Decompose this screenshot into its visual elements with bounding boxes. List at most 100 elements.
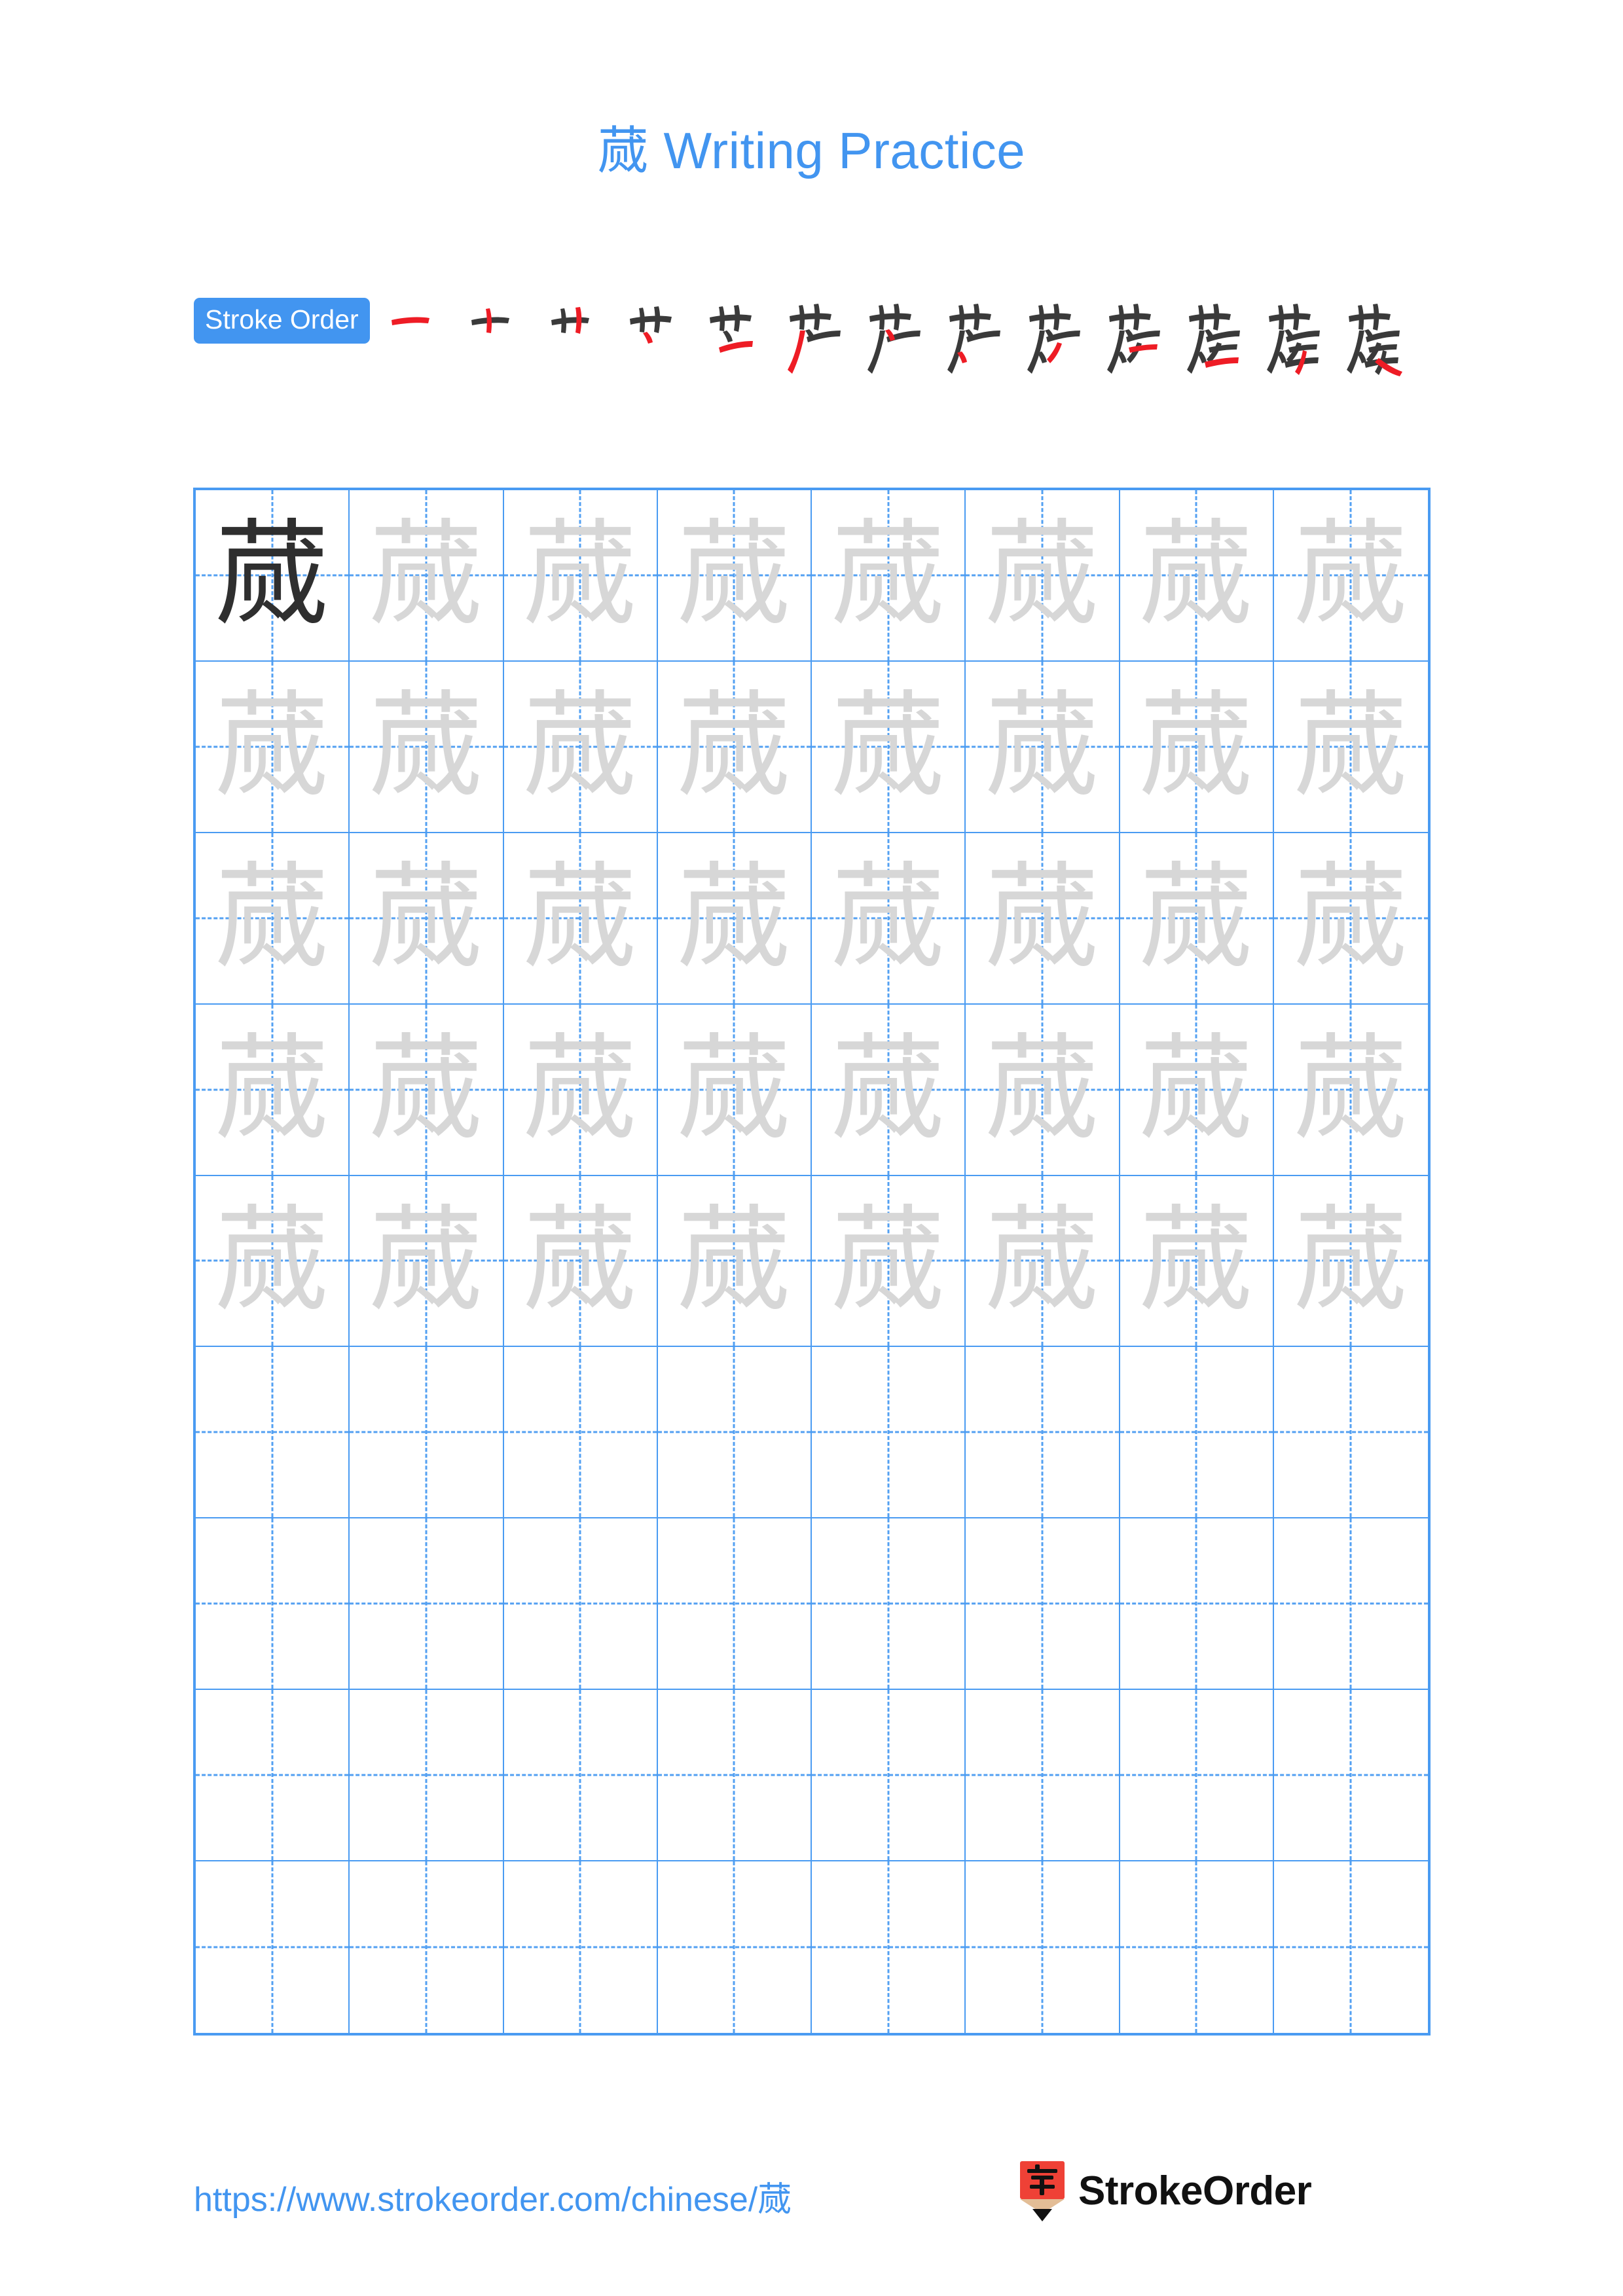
practice-cell[interactable] xyxy=(657,1347,812,1519)
model-character: 蒇 xyxy=(215,509,330,642)
practice-cell[interactable]: 蒇 xyxy=(1120,833,1274,1005)
practice-cell[interactable]: 蒇 xyxy=(196,490,350,662)
practice-cell[interactable]: 蒇 xyxy=(966,490,1120,662)
stroke-step-8 xyxy=(940,298,1016,376)
practice-cell[interactable]: 蒇 xyxy=(812,833,966,1005)
practice-cell[interactable]: 蒇 xyxy=(812,490,966,662)
practice-cell[interactable] xyxy=(1120,1518,1274,1691)
practice-cell[interactable] xyxy=(196,1347,350,1519)
practice-cell[interactable]: 蒇 xyxy=(350,833,504,1005)
practice-cell[interactable] xyxy=(350,1347,504,1519)
practice-cell[interactable]: 蒇 xyxy=(350,1004,504,1176)
practice-cell[interactable] xyxy=(504,1861,658,2033)
practice-cell[interactable] xyxy=(196,1690,350,1862)
practice-cell[interactable]: 蒇 xyxy=(966,833,1120,1005)
practice-cell[interactable]: 蒇 xyxy=(1273,490,1428,662)
practice-cell[interactable] xyxy=(350,1518,504,1691)
practice-cell[interactable]: 蒇 xyxy=(1273,662,1428,833)
tracing-character: 蒇 xyxy=(676,852,792,985)
practice-cell[interactable]: 蒇 xyxy=(657,833,812,1005)
practice-cell[interactable] xyxy=(503,1347,658,1519)
stroke-order-section: Stroke Order xyxy=(194,298,1434,376)
practice-cell[interactable] xyxy=(196,1518,350,1691)
practice-cell[interactable] xyxy=(350,1690,504,1862)
practice-cell[interactable]: 蒇 xyxy=(657,1004,812,1176)
practice-cell[interactable]: 蒇 xyxy=(1273,1005,1428,1176)
stroke-step-5 xyxy=(701,298,776,376)
practice-cell[interactable] xyxy=(1120,1347,1274,1519)
tracing-character: 蒇 xyxy=(215,1023,330,1157)
practice-cell[interactable] xyxy=(812,1518,966,1691)
stroke-step-9 xyxy=(1020,298,1096,376)
practice-cell[interactable] xyxy=(350,1861,504,2033)
practice-cell[interactable]: 蒇 xyxy=(350,1175,504,1348)
footer-logo[interactable]: StrokeOrder xyxy=(1018,2160,1312,2222)
practice-cell[interactable]: 蒇 xyxy=(503,490,658,662)
tracing-character: 蒇 xyxy=(369,509,484,642)
practice-cell[interactable]: 蒇 xyxy=(196,1175,350,1348)
tracing-character: 蒇 xyxy=(1139,1023,1254,1157)
tracing-character: 蒇 xyxy=(369,852,484,985)
stroke-step-11 xyxy=(1180,298,1256,376)
practice-cell[interactable]: 蒇 xyxy=(657,490,812,662)
tracing-character: 蒇 xyxy=(985,1194,1100,1327)
stroke-step-13 xyxy=(1340,298,1415,376)
practice-cell[interactable] xyxy=(966,1347,1120,1519)
page-title: 蒇 Writing Practice xyxy=(0,110,1623,183)
practice-cell[interactable] xyxy=(966,1518,1120,1691)
practice-cell[interactable] xyxy=(1274,1861,1428,2033)
practice-cell[interactable]: 蒇 xyxy=(1273,1176,1428,1348)
practice-cell[interactable] xyxy=(503,1690,658,1862)
practice-cell[interactable]: 蒇 xyxy=(503,661,658,833)
practice-cell[interactable]: 蒇 xyxy=(196,833,350,1005)
practice-grid: 蒇蒇蒇蒇蒇蒇蒇蒇蒇蒇蒇蒇蒇蒇蒇蒇蒇蒇蒇蒇蒇蒇蒇蒇蒇蒇蒇蒇蒇蒇蒇蒇蒇蒇蒇蒇蒇蒇蒇蒇 xyxy=(193,488,1431,2036)
practice-cell[interactable] xyxy=(1273,1690,1428,1862)
tracing-character: 蒇 xyxy=(831,1023,946,1157)
practice-cell[interactable]: 蒇 xyxy=(503,1175,658,1348)
practice-cell[interactable] xyxy=(812,1690,966,1862)
tracing-character: 蒇 xyxy=(522,1194,638,1327)
tracing-character: 蒇 xyxy=(522,1023,638,1157)
practice-cell[interactable] xyxy=(658,1861,812,2033)
tracing-character: 蒇 xyxy=(1293,1194,1408,1327)
practice-cell[interactable] xyxy=(503,1518,658,1691)
practice-cell[interactable] xyxy=(196,1861,350,2033)
practice-cell[interactable]: 蒇 xyxy=(657,661,812,833)
practice-cell[interactable]: 蒇 xyxy=(1120,1175,1274,1348)
practice-cell[interactable]: 蒇 xyxy=(350,661,504,833)
practice-cell[interactable] xyxy=(1120,1690,1274,1862)
tracing-character: 蒇 xyxy=(676,1194,792,1327)
footer-url[interactable]: https://www.strokeorder.com/chinese/蒇 xyxy=(194,2172,792,2221)
practice-cell[interactable]: 蒇 xyxy=(350,490,504,662)
practice-cell[interactable]: 蒇 xyxy=(1120,661,1274,833)
practice-cell[interactable]: 蒇 xyxy=(966,661,1120,833)
practice-cell[interactable]: 蒇 xyxy=(196,1004,350,1176)
practice-cell[interactable]: 蒇 xyxy=(1273,833,1428,1005)
practice-cell[interactable] xyxy=(657,1690,812,1862)
practice-cell[interactable]: 蒇 xyxy=(1120,490,1274,662)
practice-cell[interactable] xyxy=(812,1861,966,2033)
practice-cell[interactable]: 蒇 xyxy=(1120,1004,1274,1176)
tracing-character: 蒇 xyxy=(1293,509,1408,642)
tracing-character: 蒇 xyxy=(831,1194,946,1327)
practice-cell[interactable] xyxy=(657,1518,812,1691)
practice-cell[interactable]: 蒇 xyxy=(812,661,966,833)
practice-cell[interactable]: 蒇 xyxy=(196,661,350,833)
practice-cell[interactable]: 蒇 xyxy=(503,1004,658,1176)
tracing-character: 蒇 xyxy=(1293,852,1408,985)
practice-cell[interactable]: 蒇 xyxy=(966,1175,1120,1348)
practice-cell[interactable]: 蒇 xyxy=(503,833,658,1005)
practice-cell[interactable] xyxy=(966,1861,1120,2033)
tracing-character: 蒇 xyxy=(831,680,946,814)
practice-cell[interactable] xyxy=(1120,1861,1274,2033)
practice-cell[interactable] xyxy=(1273,1518,1428,1691)
practice-cell[interactable]: 蒇 xyxy=(812,1004,966,1176)
practice-cell[interactable]: 蒇 xyxy=(966,1004,1120,1176)
practice-cell[interactable] xyxy=(812,1347,966,1519)
practice-cell[interactable]: 蒇 xyxy=(812,1175,966,1348)
practice-cell[interactable] xyxy=(1273,1347,1428,1519)
practice-cell[interactable]: 蒇 xyxy=(657,1175,812,1348)
pencil-logo-icon xyxy=(1020,2161,1065,2221)
practice-cell[interactable] xyxy=(966,1690,1120,1862)
logo-wordmark: StrokeOrder xyxy=(1078,2168,1312,2214)
